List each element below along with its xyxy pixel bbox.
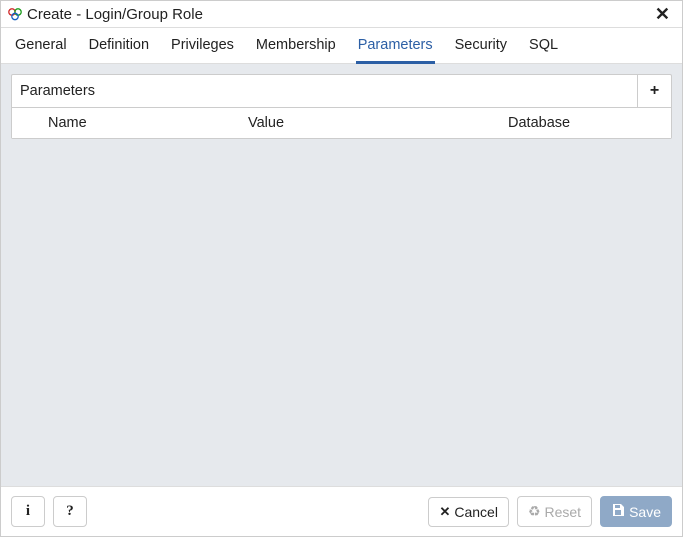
col-spacer: [12, 108, 42, 138]
panel-title: Parameters: [12, 76, 637, 106]
info-icon: i: [26, 503, 30, 520]
tab-privileges[interactable]: Privileges: [169, 28, 236, 64]
plus-icon: +: [650, 82, 659, 99]
create-role-dialog: Create - Login/Group Role ✕ General Defi…: [0, 0, 683, 537]
help-button[interactable]: ?: [53, 496, 87, 527]
dialog-title: Create - Login/Group Role: [27, 6, 203, 23]
dialog-title-wrap: Create - Login/Group Role: [7, 6, 651, 23]
cancel-label: Cancel: [454, 504, 498, 520]
panel-header: Parameters +: [12, 75, 671, 108]
save-button[interactable]: Save: [600, 496, 672, 527]
tab-membership[interactable]: Membership: [254, 28, 338, 64]
column-headers: Name Value Database: [12, 108, 671, 138]
save-icon: [611, 503, 625, 520]
info-button[interactable]: i: [11, 496, 45, 527]
save-label: Save: [629, 504, 661, 520]
footer: i ? ✕ Cancel ♻ Reset Save: [1, 486, 682, 536]
col-header-database: Database: [502, 108, 671, 138]
col-header-name: Name: [42, 108, 242, 138]
grid-body-empty: [11, 139, 672, 476]
tab-security[interactable]: Security: [453, 28, 509, 64]
tab-sql[interactable]: SQL: [527, 28, 560, 64]
recycle-icon: ♻: [528, 503, 541, 520]
titlebar: Create - Login/Group Role ✕: [1, 1, 682, 28]
reset-label: Reset: [545, 504, 582, 520]
tabs: General Definition Privileges Membership…: [1, 28, 682, 64]
parameters-panel: Parameters + Name Value Database: [11, 74, 672, 139]
cancel-button[interactable]: ✕ Cancel: [428, 497, 509, 527]
question-icon: ?: [66, 503, 74, 520]
x-icon: ✕: [439, 504, 450, 520]
content-area: Parameters + Name Value Database: [1, 64, 682, 486]
tab-definition[interactable]: Definition: [87, 28, 151, 64]
tab-general[interactable]: General: [13, 28, 69, 64]
tab-parameters[interactable]: Parameters: [356, 28, 435, 64]
role-icon: [7, 7, 23, 21]
col-header-value: Value: [242, 108, 502, 138]
reset-button[interactable]: ♻ Reset: [517, 496, 592, 527]
add-row-button[interactable]: +: [637, 75, 671, 107]
close-icon[interactable]: ✕: [651, 5, 674, 23]
